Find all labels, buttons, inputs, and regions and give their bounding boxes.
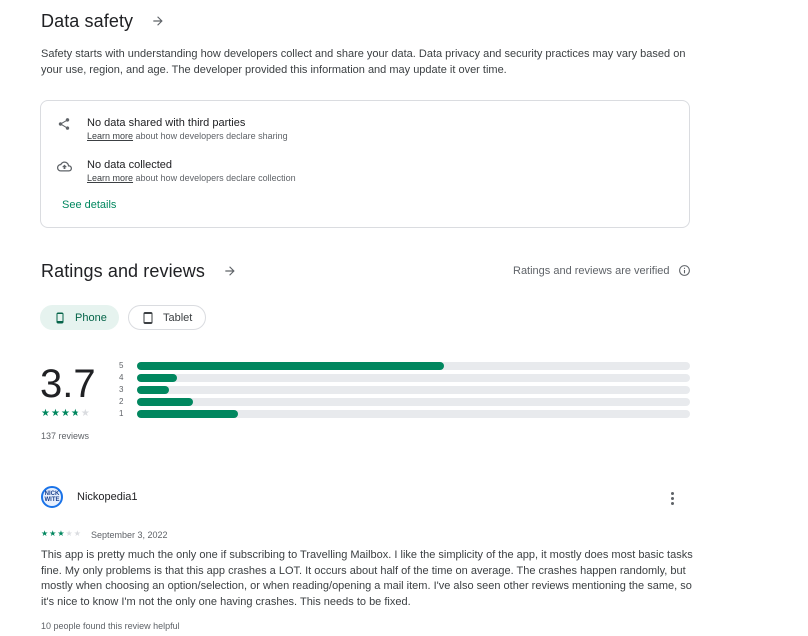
phone-icon xyxy=(54,312,66,324)
review-stars: ★ ★ ★ ★ ★ xyxy=(41,529,82,539)
chip-phone[interactable]: Phone xyxy=(40,305,119,330)
rating-stars: ★ ★ ★ ★ ★ xyxy=(41,408,91,420)
data-safety-description: Safety starts with understanding how dev… xyxy=(41,48,686,76)
star-icon: ★ xyxy=(60,408,70,419)
rating-bar-label: 2 xyxy=(119,397,124,406)
rating-bar-label: 1 xyxy=(119,409,124,418)
ratings-header: Ratings and reviews xyxy=(41,260,241,282)
star-icon: ★ xyxy=(49,529,57,538)
star-icon: ★ xyxy=(73,529,81,538)
review-count: 137 reviews xyxy=(41,431,90,441)
rating-bar-fill xyxy=(137,398,193,406)
data-safety-item-collection: No data collected Learn more about how d… xyxy=(57,158,296,184)
data-safety-title: Data safety xyxy=(41,10,134,31)
rating-bar-row: 1 xyxy=(119,409,690,418)
rating-bar-track xyxy=(137,386,690,394)
rating-bar-fill xyxy=(137,362,444,370)
rating-bar-label: 3 xyxy=(119,385,124,394)
share-icon xyxy=(57,117,73,133)
star-icon: ★ xyxy=(70,408,80,419)
rating-bar-fill xyxy=(137,386,170,394)
rating-bar-row: 2 xyxy=(119,397,690,406)
review-text: This app is pretty much the only one if … xyxy=(41,549,693,608)
rating-bar-track xyxy=(137,398,690,406)
rating-bar-fill xyxy=(137,410,238,418)
info-icon[interactable] xyxy=(678,264,691,277)
rating-bar-label: 5 xyxy=(119,361,124,370)
data-safety-item-sharing: No data shared with third parties Learn … xyxy=(57,116,288,142)
chip-tablet[interactable]: Tablet xyxy=(128,305,206,330)
cloud-upload-icon xyxy=(57,159,73,175)
star-icon: ★ xyxy=(41,408,50,419)
rating-bar-row: 3 xyxy=(119,385,690,394)
star-icon: ★ xyxy=(50,408,60,419)
ratings-title: Ratings and reviews xyxy=(41,260,205,281)
rating-bar-row: 5 xyxy=(119,361,690,370)
rating-bar-track xyxy=(137,374,690,382)
star-icon: ★ xyxy=(41,529,49,538)
collection-learn-more-link[interactable]: Learn more xyxy=(87,173,133,183)
tablet-icon xyxy=(142,311,154,324)
rating-bar-track xyxy=(137,362,690,370)
sharing-learn-more-link[interactable]: Learn more xyxy=(87,131,133,141)
data-safety-card: No data shared with third parties Learn … xyxy=(40,100,690,228)
more-options-icon[interactable] xyxy=(665,489,679,507)
star-icon: ★ xyxy=(80,408,90,419)
ratings-arrow-icon[interactable] xyxy=(219,260,241,282)
chip-phone-label: Phone xyxy=(75,311,107,324)
rating-bar-label: 4 xyxy=(119,373,124,382)
star-icon: ★ xyxy=(57,529,65,538)
data-safety-arrow-icon[interactable] xyxy=(147,10,169,32)
data-safety-header: Data safety xyxy=(41,10,169,32)
avatar: NICK WITE xyxy=(41,486,63,508)
review-date: September 3, 2022 xyxy=(91,530,168,540)
rating-bar-track xyxy=(137,410,690,418)
ratings-verified: Ratings and reviews are verified xyxy=(513,264,691,277)
sharing-suffix: about how developers declare sharing xyxy=(133,131,288,141)
see-details-link[interactable]: See details xyxy=(62,199,116,211)
chip-tablet-label: Tablet xyxy=(163,311,193,324)
collection-suffix: about how developers declare collection xyxy=(133,173,296,183)
review-helpful: 10 people found this review helpful xyxy=(41,621,180,631)
reviewer-name: Nickopedia1 xyxy=(77,491,138,503)
collection-title: No data collected xyxy=(87,159,172,171)
sharing-title: No data shared with third parties xyxy=(87,117,246,129)
ratings-verified-text: Ratings and reviews are verified xyxy=(513,264,670,277)
rating-score: 3.7 xyxy=(40,362,96,406)
rating-bar-fill xyxy=(137,374,177,382)
star-icon: ★ xyxy=(65,529,73,538)
rating-bar-row: 4 xyxy=(119,373,690,382)
